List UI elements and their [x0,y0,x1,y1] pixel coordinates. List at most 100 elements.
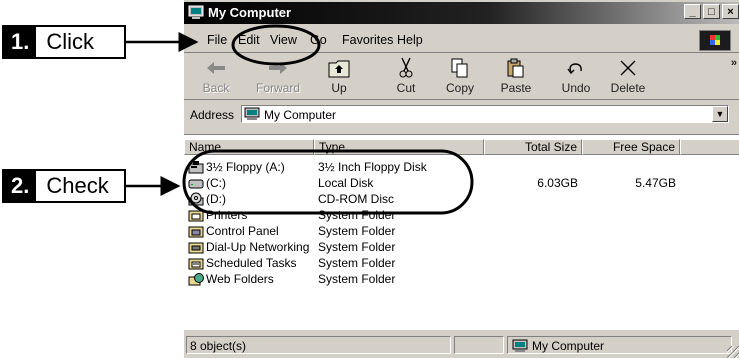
item-name: Scheduled Tasks [206,256,297,270]
menu-edit[interactable]: Edit [238,33,260,47]
copy-label: Copy [445,81,474,95]
forward-label: Forward [255,81,300,95]
copy-button[interactable]: Copy [434,57,486,95]
address-label: Address [190,108,235,122]
windows-logo-icon [699,30,731,51]
dialup-networking-icon [188,242,204,254]
status-object-count: 8 object(s) [186,336,451,354]
hard-disk-icon [188,179,204,189]
item-name: 3½ Floppy (A:) [206,160,285,174]
toolbar-more-chevron[interactable]: » [731,57,737,69]
my-computer-icon [244,107,260,120]
column-header-name[interactable]: Name [184,139,314,155]
list-item[interactable]: Dial-Up Networking System Folder [184,239,739,255]
status-bar: 8 object(s) My Computer [184,333,739,358]
forward-button[interactable]: Forward [252,57,304,95]
back-label: Back [202,81,230,95]
menu-help[interactable]: Help [397,33,423,47]
list-item[interactable]: 3½ Floppy (A:) 3½ Inch Floppy Disk [184,159,739,175]
file-list: Name Type Total Size Free Space 3½ Flopp… [184,134,739,330]
menu-view[interactable]: View [270,33,297,47]
list-item[interactable]: (D:) CD-ROM Disc [184,191,739,207]
list-item[interactable]: (C:) Local Disk 6.03GB 5.47GB [184,175,739,191]
item-name: Control Panel [206,224,279,238]
undo-icon [567,63,582,75]
up-folder-icon [328,60,350,78]
title-bar[interactable]: My Computer _ □ × [184,2,739,24]
item-type: System Folder [318,224,396,238]
paste-button[interactable]: Paste [490,57,542,95]
column-header-free-space[interactable]: Free Space [582,139,680,155]
cut-button[interactable]: Cut [380,57,432,95]
item-type: CD-ROM Disc [318,192,394,206]
paste-label: Paste [500,81,532,95]
minimize-button[interactable]: _ [684,4,701,19]
control-panel-icon [188,226,204,238]
my-computer-window: My Computer _ □ × File Edit View Go Favo… [183,0,739,358]
list-item[interactable]: Web Folders System Folder [184,271,739,287]
scheduled-tasks-icon [188,258,204,270]
item-name: Dial-Up Networking [206,240,310,254]
callout-text: Click [46,29,95,54]
item-type: System Folder [318,208,396,222]
undo-label: Undo [561,81,591,95]
menu-file[interactable]: File [207,33,227,47]
item-type: 3½ Inch Floppy Disk [318,160,427,174]
callout-click: 1. Click [2,25,126,59]
floppy-drive-icon [188,161,204,174]
web-folders-icon [188,273,204,286]
callout-check: 2. Check [2,169,126,203]
back-arrow-icon [207,62,225,74]
column-header-spacer [680,139,739,155]
cdrom-drive-icon [188,192,204,206]
address-bar: Address My Computer ▼ [184,103,739,127]
item-name: Web Folders [206,272,274,286]
status-location-panel: My Computer [507,336,732,354]
item-name: (D:) [206,192,226,206]
delete-button[interactable]: Delete [602,57,654,95]
item-name: (C:) [206,176,226,190]
item-free-space: 5.47GB [635,176,676,190]
up-button[interactable]: Up [313,57,365,95]
list-item[interactable]: Scheduled Tasks System Folder [184,255,739,271]
item-total-size: 6.03GB [537,176,578,190]
list-item[interactable]: Control Panel System Folder [184,223,739,239]
menu-favorites[interactable]: Favorites [342,33,393,47]
callout-number: 1. [4,27,37,57]
item-type: System Folder [318,240,396,254]
printers-folder-icon [188,210,204,222]
window-title: My Computer [208,5,292,20]
forward-arrow-icon [269,62,287,74]
callout-text: Check [46,173,109,198]
paste-icon [507,58,524,78]
up-label: Up [331,81,347,95]
delete-label: Delete [610,81,646,95]
column-header-type[interactable]: Type [314,139,484,155]
cut-label: Cut [396,81,416,95]
maximize-button[interactable]: □ [703,4,720,19]
column-header-total-size[interactable]: Total Size [484,139,582,155]
item-type: System Folder [318,256,396,270]
status-panel [454,336,504,354]
callout-number: 2. [4,171,37,201]
undo-button[interactable]: Undo [550,57,602,95]
address-value: My Computer [264,108,337,122]
address-field[interactable]: My Computer ▼ [241,105,729,123]
menu-go[interactable]: Go [310,33,327,47]
standard-toolbar: Back Forward Up Cut Copy Paste Undo Dele… [184,55,739,100]
resize-grip[interactable] [727,346,739,358]
item-type: Local Disk [318,176,374,190]
list-item[interactable]: Printers System Folder [184,207,739,223]
delete-x-icon [620,60,636,76]
menu-bar: File Edit View Go Favorites Help [184,28,739,53]
scissors-icon [399,57,413,78]
item-type: System Folder [318,272,396,286]
copy-icon [451,58,468,78]
address-dropdown-button[interactable]: ▼ [712,106,728,122]
my-computer-icon [188,5,204,19]
close-button[interactable]: × [722,4,739,19]
back-button[interactable]: Back [190,57,242,95]
my-computer-icon [512,339,528,352]
item-name: Printers [206,208,248,222]
status-location-text: My Computer [532,339,605,353]
